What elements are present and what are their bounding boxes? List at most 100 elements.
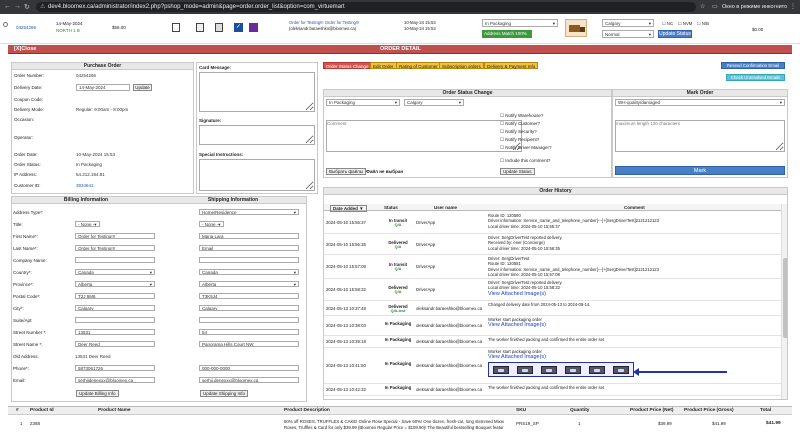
customer-name-link[interactable]: Order for Testing!!! Order for Testing!!… bbox=[289, 20, 359, 25]
priority-select[interactable]: Normal ▾ bbox=[602, 30, 654, 38]
mark-order-select[interactable]: WH-quality/damaged ▾ bbox=[615, 99, 785, 106]
notify-security-checkbox[interactable]: ☐ Notify Security? bbox=[500, 129, 580, 137]
billing-street-number-input[interactable] bbox=[75, 329, 155, 335]
email-label: Email: bbox=[13, 378, 26, 383]
attached-image-thumbnail[interactable] bbox=[541, 365, 557, 374]
tab-edit-order[interactable]: Edit Order bbox=[370, 62, 397, 69]
status-comment-textarea[interactable] bbox=[326, 120, 522, 152]
notify-customer-checkbox[interactable]: ☐ Notify Customer? bbox=[500, 121, 580, 129]
history-status: Delivered Q/A bbox=[378, 240, 418, 249]
shipping-first-name-input[interactable] bbox=[199, 233, 299, 239]
tab-search-icon[interactable]: ▭ bbox=[712, 3, 718, 10]
view-attached-images-link[interactable]: View Attached Image(s) bbox=[488, 291, 778, 298]
tab-subscription-orders[interactable]: Subscription orders bbox=[439, 62, 484, 69]
shipping-last-name-input[interactable] bbox=[199, 245, 299, 251]
shipping-email-input[interactable] bbox=[199, 377, 299, 383]
billing-phone-input[interactable] bbox=[75, 365, 155, 371]
status-change-select[interactable]: In Packaging ▾ bbox=[326, 99, 400, 106]
billing-province-select[interactable]: Alberta ▾ bbox=[75, 281, 155, 287]
company-label: Company Name: bbox=[13, 258, 47, 263]
order-id-link[interactable]: 04254266 bbox=[16, 25, 36, 30]
attached-image-thumbnail[interactable] bbox=[613, 365, 629, 374]
update-shipping-button[interactable]: Update Shipping Info bbox=[200, 390, 249, 397]
history-scrollbar[interactable] bbox=[781, 204, 787, 399]
card-message-textarea[interactable] bbox=[199, 72, 315, 112]
shipping-phone-input[interactable] bbox=[199, 365, 299, 371]
tab-rating-of-customer[interactable]: Rating of Customer bbox=[396, 62, 441, 69]
tab-order-status-change[interactable]: Order Status Change bbox=[323, 62, 372, 69]
history-scroll-thumb[interactable] bbox=[783, 258, 787, 338]
resend-confirmation-button[interactable]: Resend Confirmation Email bbox=[721, 62, 785, 69]
billing-city-input[interactable] bbox=[75, 305, 155, 311]
status-select[interactable]: In Packaging ▾ bbox=[482, 19, 558, 27]
close-link[interactable]: [X]Close bbox=[14, 46, 36, 52]
include-comment-checkbox[interactable]: ☐ Include this comment? bbox=[500, 158, 550, 164]
billing-first-name-input[interactable] bbox=[75, 233, 155, 239]
notify-driver-manager-checkbox[interactable]: ☐ Notify Driver Manager? bbox=[500, 145, 580, 153]
delivery-date-input[interactable] bbox=[76, 84, 130, 91]
notify-checklist: ☐ Notify Warehouse? ☐ Notify Customer? ☐… bbox=[500, 113, 580, 153]
billing-last-name-input[interactable] bbox=[75, 245, 155, 251]
history-status: In Packaging bbox=[378, 337, 418, 342]
choose-file-button[interactable]: Выбрать файлы bbox=[326, 168, 366, 175]
billing-title-select[interactable]: - None -▾ bbox=[75, 221, 100, 227]
shipping-street-number-input[interactable] bbox=[199, 329, 299, 335]
mark-button[interactable]: Mark bbox=[615, 166, 785, 175]
col-date-added[interactable]: Date Added ▼ bbox=[330, 205, 367, 212]
shipping-company-input[interactable] bbox=[199, 257, 299, 263]
update-status-button[interactable]: Update Status bbox=[658, 30, 692, 38]
url-bar[interactable]: ⚠ dev4.bloomex.ca/administrator/index2.ph… bbox=[36, 2, 696, 12]
customer-id-link[interactable]: 3934641 bbox=[76, 183, 94, 188]
check-unresolved-emails-button[interactable]: Check Unresolved Emails bbox=[726, 74, 785, 81]
document-icon[interactable] bbox=[215, 23, 223, 32]
billing-postal-input[interactable] bbox=[75, 293, 155, 299]
print-icon[interactable] bbox=[172, 23, 180, 32]
print-label-icon[interactable] bbox=[196, 23, 204, 32]
shipping-province-select[interactable]: Alberta ▾ bbox=[199, 281, 299, 287]
billing-company-input[interactable] bbox=[75, 257, 155, 263]
nvm-checkbox[interactable]: ☐ NVM bbox=[678, 21, 692, 26]
billing-street-name-input[interactable] bbox=[75, 341, 155, 347]
special-instructions-textarea[interactable] bbox=[199, 159, 315, 191]
attached-image-thumbnail[interactable] bbox=[517, 365, 533, 374]
check-icon[interactable]: ✓ bbox=[234, 23, 243, 32]
mark-order-textarea[interactable] bbox=[615, 120, 785, 152]
attached-image-thumbnail[interactable] bbox=[493, 365, 509, 374]
shipping-street-name-input[interactable] bbox=[199, 341, 299, 347]
mail-icon[interactable] bbox=[249, 23, 258, 32]
star-icon[interactable]: ☆ bbox=[700, 3, 705, 10]
attached-image-strip bbox=[488, 361, 634, 377]
truck-icon[interactable] bbox=[565, 19, 587, 37]
update-billing-button[interactable]: Update Billing Info bbox=[76, 390, 119, 397]
shipping-address-type-select[interactable]: Home/Residence ▾ bbox=[199, 209, 299, 215]
billing-country-select[interactable]: Canada ▾ bbox=[75, 269, 155, 275]
billing-email-input[interactable] bbox=[75, 377, 155, 383]
shipping-city-input[interactable] bbox=[199, 305, 299, 311]
city-select[interactable]: Calgary ▾ bbox=[602, 19, 654, 27]
update-date-button[interactable]: Update bbox=[133, 84, 152, 91]
notify-warehouse-checkbox[interactable]: ☐ Notify Warehouse? bbox=[500, 113, 580, 121]
status-city-select[interactable]: Calgary ▾ bbox=[404, 99, 464, 106]
nb-checkbox[interactable]: ☐ N/B bbox=[697, 21, 709, 26]
back-icon[interactable]: ← bbox=[4, 3, 11, 10]
forward-icon[interactable]: → bbox=[14, 3, 21, 10]
view-attached-images-link[interactable]: View Attached Image(s) bbox=[488, 322, 778, 329]
billing-suite-input[interactable] bbox=[75, 317, 155, 323]
view-attached-images-link[interactable]: View Attached Image(s) bbox=[488, 354, 778, 361]
shipping-postal-input[interactable] bbox=[199, 293, 299, 299]
shipping-title-select[interactable]: - None -▾ bbox=[199, 221, 224, 227]
update-status-change-button[interactable]: Update Status bbox=[500, 168, 535, 175]
menu-icon[interactable]: ⋮ bbox=[790, 3, 796, 10]
attached-image-thumbnail[interactable] bbox=[565, 365, 581, 374]
shipping-suite-input[interactable] bbox=[199, 317, 299, 323]
shipping-country-select[interactable]: Canada ▾ bbox=[199, 269, 299, 275]
attached-image-thumbnail[interactable] bbox=[589, 365, 605, 374]
history-user: oleksandr.baraeshko@bloomex.ca bbox=[416, 363, 482, 368]
tab-delivery-payment-info[interactable]: Delivery & Payment Info bbox=[484, 62, 539, 69]
signature-textarea[interactable] bbox=[199, 125, 315, 145]
history-date: 2024-05-13 10:37:48 bbox=[326, 305, 366, 311]
notify-recipient-checkbox[interactable]: ☐ Notify Recipient? bbox=[500, 137, 580, 145]
nc-checkbox[interactable]: ☐ NC bbox=[662, 21, 673, 26]
row-checkbox[interactable] bbox=[3, 22, 8, 27]
reload-icon[interactable]: ↻ bbox=[24, 3, 30, 11]
